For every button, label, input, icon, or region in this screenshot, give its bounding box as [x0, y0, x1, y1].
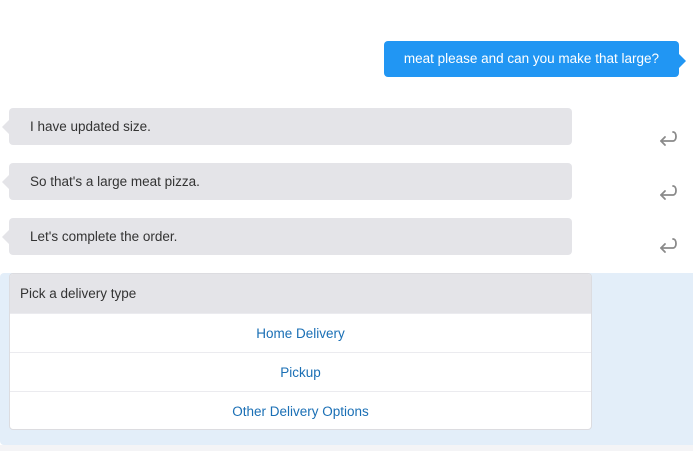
pickup-option[interactable]: Pickup — [10, 352, 591, 391]
bot-message-bubble: So that's a large meat pizza. — [2, 163, 572, 200]
reply-arrow-icon[interactable] — [656, 183, 678, 201]
reply-arrow-icon[interactable] — [656, 129, 678, 147]
chat-transcript: meat please and can you make that large?… — [0, 0, 693, 451]
reply-arrow-icon[interactable] — [656, 236, 678, 254]
bottom-divider — [0, 445, 693, 451]
user-message-bubble: meat please and can you make that large? — [383, 41, 687, 77]
home-delivery-option[interactable]: Home Delivery — [10, 313, 591, 352]
other-delivery-options-option[interactable]: Other Delivery Options — [10, 391, 591, 429]
delivery-type-card: Pick a delivery type Home Delivery Picku… — [9, 273, 592, 430]
bot-message-bubble: I have updated size. — [2, 108, 572, 145]
delivery-card-header: Pick a delivery type — [10, 274, 591, 313]
bot-message-bubble: Let's complete the order. — [2, 218, 572, 255]
